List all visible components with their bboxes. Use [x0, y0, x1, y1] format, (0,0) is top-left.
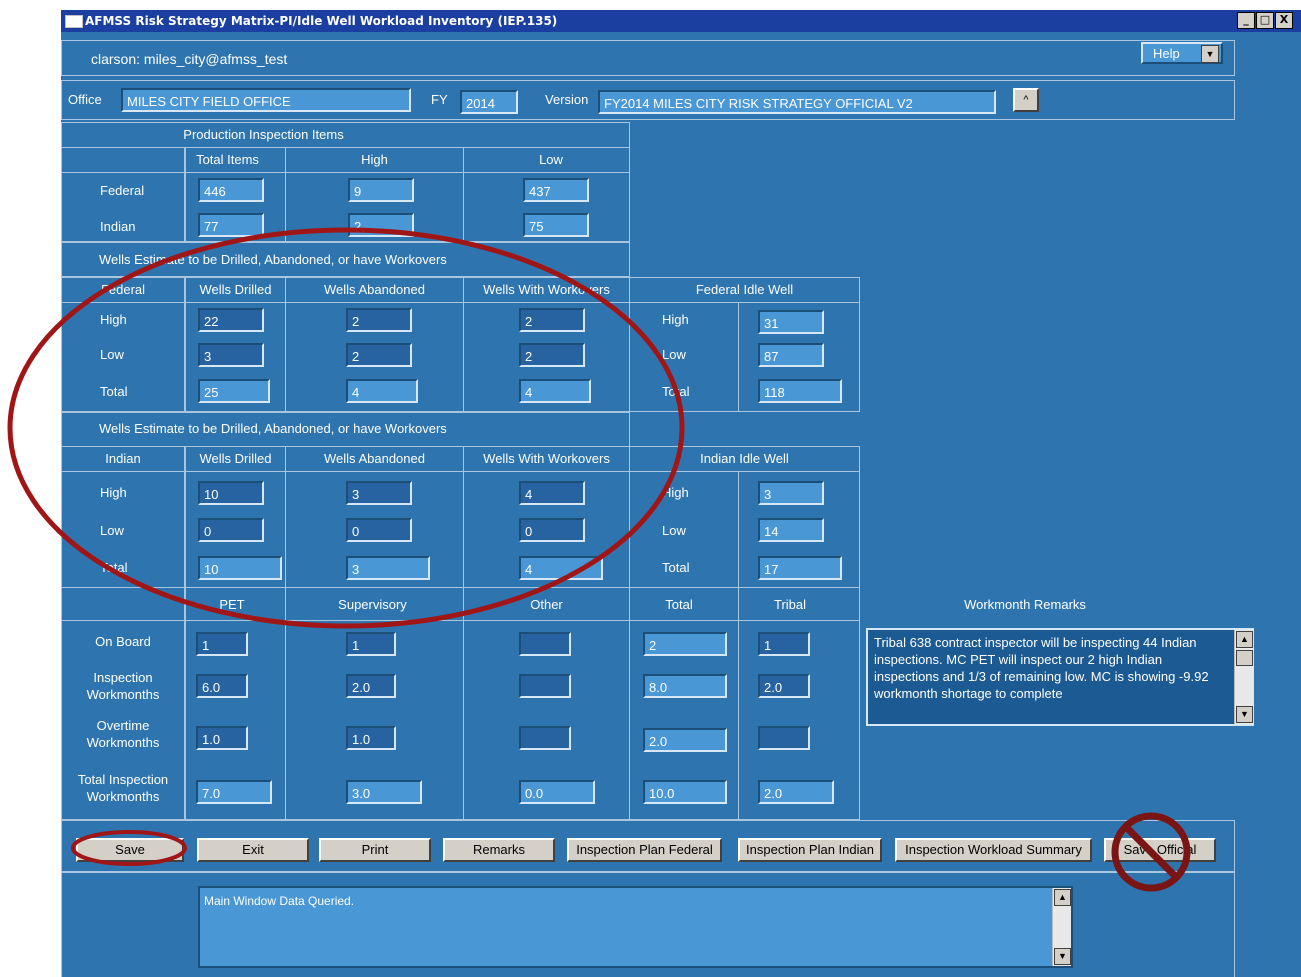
annotation-ellipse-wells: [7, 227, 685, 629]
annotation-ellipse-save: [71, 830, 187, 866]
annotation-overlay: [7, 227, 1191, 892]
prohibited-icon-slash: [1123, 824, 1179, 880]
